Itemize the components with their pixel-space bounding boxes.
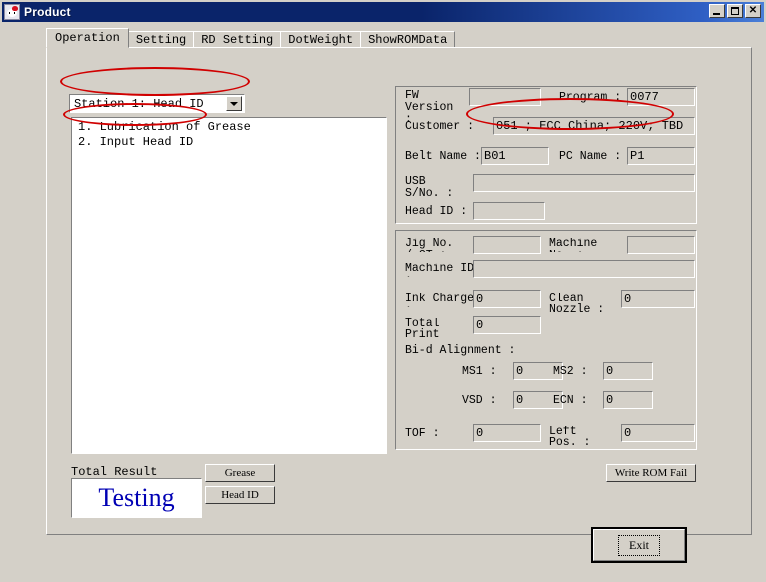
tab-dotweight[interactable]: DotWeight [280, 31, 362, 48]
head-id-button[interactable]: Head ID [205, 486, 275, 504]
exit-button[interactable]: Exit [591, 527, 687, 563]
fw-version-field[interactable] [469, 88, 541, 106]
machine-id-label: Machine ID : [405, 263, 475, 277]
left-pos-field[interactable]: 0 [621, 424, 695, 442]
program-label: Program : [559, 91, 622, 104]
list-item[interactable]: 1. Lubrication of Grease [74, 120, 386, 135]
exit-button-label: Exit [618, 534, 660, 556]
head-id-field[interactable] [473, 202, 545, 220]
ink-charge-label: Ink Charge : [405, 293, 475, 307]
title-bar: Product ✕ [2, 2, 764, 22]
total-print-field[interactable]: 0 [473, 316, 541, 334]
belt-name-field[interactable]: B01 [481, 147, 549, 165]
client-area: Operation Setting RD Setting DotWeight S… [2, 22, 764, 578]
close-icon: ✕ [748, 5, 758, 16]
application-window: Product ✕ Operation Setting RD Setting D… [0, 0, 766, 582]
tab-operation-label: Operation [55, 31, 120, 45]
ms2-label: MS2 : [553, 365, 588, 378]
write-rom-fail-button[interactable]: Write ROM Fail [606, 464, 696, 482]
tof-field[interactable]: 0 [473, 424, 541, 442]
tof-label: TOF : [405, 427, 440, 440]
jig-no-field[interactable] [473, 236, 541, 254]
minimize-button[interactable] [709, 4, 725, 18]
tab-rd-setting[interactable]: RD Setting [193, 31, 282, 48]
ecn-label: ECN : [553, 394, 588, 407]
window-title: Product [24, 5, 71, 19]
jig-no-label: Jig No. / CT : [405, 238, 454, 252]
program-field[interactable]: 0077 [627, 88, 695, 106]
step-list[interactable]: 1. Lubrication of Grease 2. Input Head I… [71, 117, 387, 454]
maximize-button[interactable] [727, 4, 743, 18]
tab-page-operation: Station 1: Head ID 1. Lubrication of Gre… [46, 47, 752, 535]
usb-sno-label: USB S/No. : [405, 176, 454, 200]
close-button[interactable]: ✕ [745, 4, 761, 18]
total-result-value: Testing [98, 483, 175, 512]
machine-id-field[interactable] [473, 260, 695, 278]
customer-field[interactable]: 051 ; ECC China; 220V; TBD [493, 117, 695, 135]
total-result-box: Testing [71, 478, 202, 518]
ecn-field[interactable]: 0 [603, 391, 653, 409]
machine-no-field[interactable] [627, 236, 695, 254]
tab-showromdata-label: ShowROMData [368, 33, 448, 47]
machine-no-label: Machine No. : [549, 238, 598, 252]
tab-operation[interactable]: Operation [46, 28, 129, 48]
vsd-label: VSD : [462, 394, 497, 407]
tab-setting-label: Setting [135, 33, 187, 47]
bid-alignment-label: Bi-d Alignment : [405, 344, 516, 357]
tab-dotweight-label: DotWeight [288, 33, 354, 47]
pc-name-field[interactable]: P1 [627, 147, 695, 165]
tab-showromdata[interactable]: ShowROMData [360, 31, 456, 48]
belt-name-label: Belt Name : [405, 150, 481, 163]
list-item[interactable]: 2. Input Head ID [74, 135, 386, 150]
total-result-label: Total Result [71, 465, 158, 479]
usb-sno-field[interactable] [473, 174, 695, 192]
tab-strip: Operation Setting RD Setting DotWeight S… [46, 28, 456, 48]
ms1-label: MS1 : [462, 365, 497, 378]
tab-setting[interactable]: Setting [127, 31, 195, 48]
station-select[interactable]: Station 1: Head ID [69, 94, 245, 113]
total-print-label: Total Print : [405, 318, 440, 338]
window-controls: ✕ [709, 4, 761, 18]
ink-charge-field[interactable]: 0 [473, 290, 541, 308]
clean-nozzle-field[interactable]: 0 [621, 290, 695, 308]
grease-button[interactable]: Grease [205, 464, 275, 482]
app-icon [4, 4, 20, 20]
head-id-label: Head ID : [405, 205, 468, 218]
station-select-value: Station 1: Head ID [74, 96, 204, 111]
ms2-field[interactable]: 0 [603, 362, 653, 380]
chevron-down-icon[interactable] [226, 96, 242, 111]
left-pos-label: Left Pos. : [549, 426, 591, 446]
pc-name-label: PC Name : [559, 150, 622, 163]
clean-nozzle-label: Clean Nozzle : [549, 293, 605, 313]
customer-label: Customer : [405, 120, 475, 133]
tab-rd-setting-label: RD Setting [201, 33, 274, 47]
